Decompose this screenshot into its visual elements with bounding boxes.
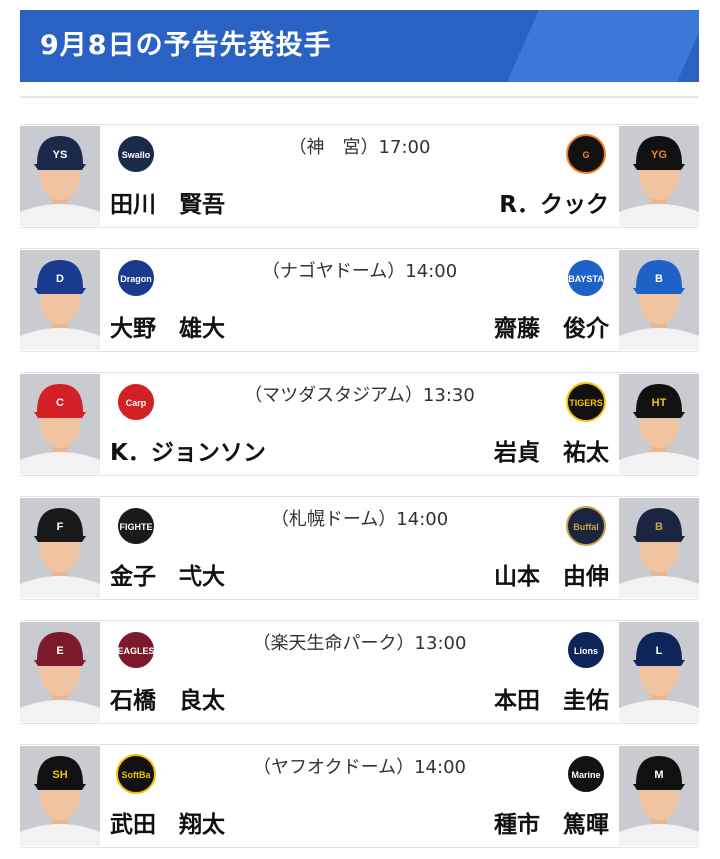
venue-time: （マツダスタジアム）13:30 — [244, 385, 475, 406]
svg-text:B: B — [655, 273, 663, 285]
home-pitcher-photo: YS — [20, 126, 100, 226]
venue-time: （楽天生命パーク）13:00 — [252, 633, 467, 654]
svg-text:B: B — [655, 521, 663, 533]
away-pitcher-photo: HT — [619, 374, 699, 474]
home-pitcher-photo: F — [20, 498, 100, 598]
svg-text:SH: SH — [52, 769, 67, 781]
home-pitcher-name[interactable]: 武田 翔太 — [110, 805, 225, 839]
away-pitcher-photo: L — [619, 622, 699, 722]
svg-text:C: C — [56, 397, 64, 409]
away-pitcher-photo: M — [619, 746, 699, 846]
header-accent-band — [506, 10, 699, 82]
away-pitcher-photo: B — [619, 250, 699, 350]
away-pitcher-name[interactable]: 種市 篤暉 — [494, 805, 609, 839]
home-pitcher-photo: D — [20, 250, 100, 350]
venue-time: （ヤフオクドーム）14:00 — [253, 757, 466, 778]
home-pitcher-photo: E — [20, 622, 100, 722]
away-pitcher-name[interactable]: 本田 圭佑 — [494, 681, 609, 715]
game-card[interactable]: C HT Carp TIGERS （マツダスタジアム）13:30 K．ジョンソン 岩貞 祐太 — [20, 372, 699, 476]
home-pitcher-photo: C — [20, 374, 100, 474]
away-pitcher-name[interactable]: 岩貞 祐太 — [494, 433, 609, 467]
game-card[interactable]: YS YG Swallo G （神 宮）17:00 田川 賢吾 R．クック — [20, 124, 699, 228]
home-pitcher-name[interactable]: K．ジョンソン — [110, 433, 266, 467]
page-header: 9月8日の予告先発投手 — [20, 10, 699, 82]
home-pitcher-photo: SH — [20, 746, 100, 846]
home-pitcher-name[interactable]: 石橋 良太 — [110, 681, 225, 715]
home-pitcher-name[interactable]: 金子 弌大 — [110, 557, 225, 591]
page-title: 9月8日の予告先発投手 — [40, 30, 332, 61]
away-pitcher-name[interactable]: R．クック — [499, 185, 609, 219]
game-card[interactable]: E L EAGLES Lions （楽天生命パーク）13:00 石橋 良太 本田 圭佑 — [20, 620, 699, 724]
svg-text:M: M — [654, 769, 663, 781]
divider — [20, 96, 699, 98]
away-pitcher-photo: B — [619, 498, 699, 598]
svg-text:L: L — [656, 645, 663, 657]
away-pitcher-name[interactable]: 山本 由伸 — [494, 557, 609, 591]
game-card[interactable]: D B Dragon BAYSTA （ナゴヤドーム）14:00 大野 雄大 齋藤 俊介 — [20, 248, 699, 352]
svg-text:YS: YS — [53, 149, 68, 161]
home-pitcher-name[interactable]: 大野 雄大 — [110, 309, 225, 343]
svg-text:E: E — [56, 645, 63, 657]
venue-time: （札幌ドーム）14:00 — [270, 509, 449, 530]
svg-text:YG: YG — [651, 149, 667, 161]
home-pitcher-name[interactable]: 田川 賢吾 — [110, 185, 225, 219]
venue-time: （神 宮）17:00 — [288, 137, 431, 158]
venue-time: （ナゴヤドーム）14:00 — [261, 261, 458, 282]
svg-text:HT: HT — [652, 397, 667, 409]
away-pitcher-name[interactable]: 齋藤 俊介 — [494, 309, 609, 343]
game-card[interactable]: F B FIGHTE Buffal （札幌ドーム）14:00 金子 弌大 山本 由伸 — [20, 496, 699, 600]
svg-text:D: D — [56, 273, 64, 285]
game-card[interactable]: SH M SoftBa Marine （ヤフオクドーム）14:00 武田 翔太 種市 篤暉 — [20, 744, 699, 848]
away-pitcher-photo: YG — [619, 126, 699, 226]
svg-text:F: F — [57, 521, 64, 533]
